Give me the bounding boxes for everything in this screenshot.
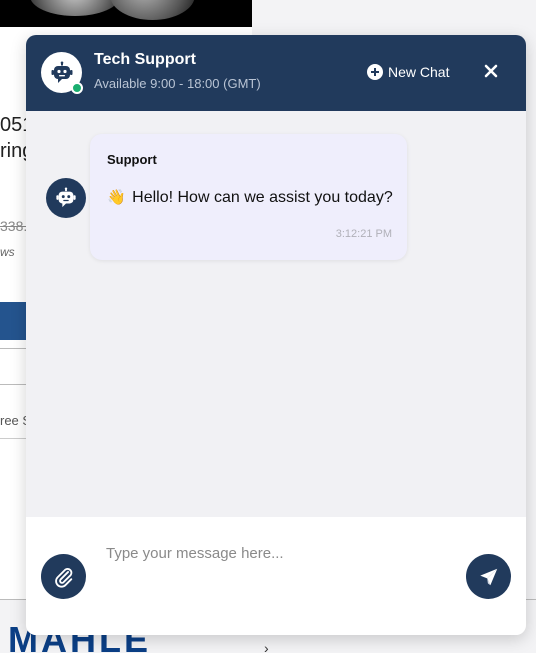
agent-avatar xyxy=(41,52,83,94)
message-list[interactable]: Support 👋 Hello! How can we assist you t… xyxy=(26,111,526,517)
message-input[interactable] xyxy=(96,535,456,595)
carousel-next-icon[interactable]: › xyxy=(264,640,269,653)
send-icon xyxy=(479,568,497,585)
close-chat-button[interactable] xyxy=(482,62,500,80)
product-image[interactable] xyxy=(0,0,252,27)
product-image-part xyxy=(30,0,120,16)
message-content: Hello! How can we assist you today? xyxy=(132,189,393,206)
message-bubble: Support 👋 Hello! How can we assist you t… xyxy=(90,134,407,260)
chat-widget: Tech Support Available 9:00 - 18:00 (GMT… xyxy=(26,35,526,635)
product-reviews-link[interactable]: ws xyxy=(0,245,15,259)
new-chat-label: New Chat xyxy=(388,64,450,80)
attach-file-button[interactable] xyxy=(41,554,86,599)
plus-circle-icon xyxy=(367,64,383,80)
chat-header: Tech Support Available 9:00 - 18:00 (GMT… xyxy=(26,35,526,111)
product-image-part xyxy=(110,0,195,20)
close-icon xyxy=(484,64,498,78)
message-avatar xyxy=(46,178,86,218)
send-message-button[interactable] xyxy=(466,554,511,599)
message-text: 👋 Hello! How can we assist you today? xyxy=(107,188,393,207)
waving-hand-icon: 👋 xyxy=(107,189,126,206)
robot-icon xyxy=(51,61,72,83)
message-composer xyxy=(26,517,526,635)
chat-title: Tech Support xyxy=(94,51,196,68)
online-status-dot xyxy=(71,82,83,94)
product-old-price: 338. xyxy=(0,218,28,234)
new-chat-button[interactable]: New Chat xyxy=(367,63,449,81)
message-sender: Support xyxy=(107,152,157,167)
availability-hours: Available 9:00 - 18:00 (GMT) xyxy=(94,76,261,91)
robot-icon xyxy=(56,187,76,208)
paperclip-icon xyxy=(54,567,72,588)
message-timestamp: 3:12:21 PM xyxy=(335,228,392,240)
